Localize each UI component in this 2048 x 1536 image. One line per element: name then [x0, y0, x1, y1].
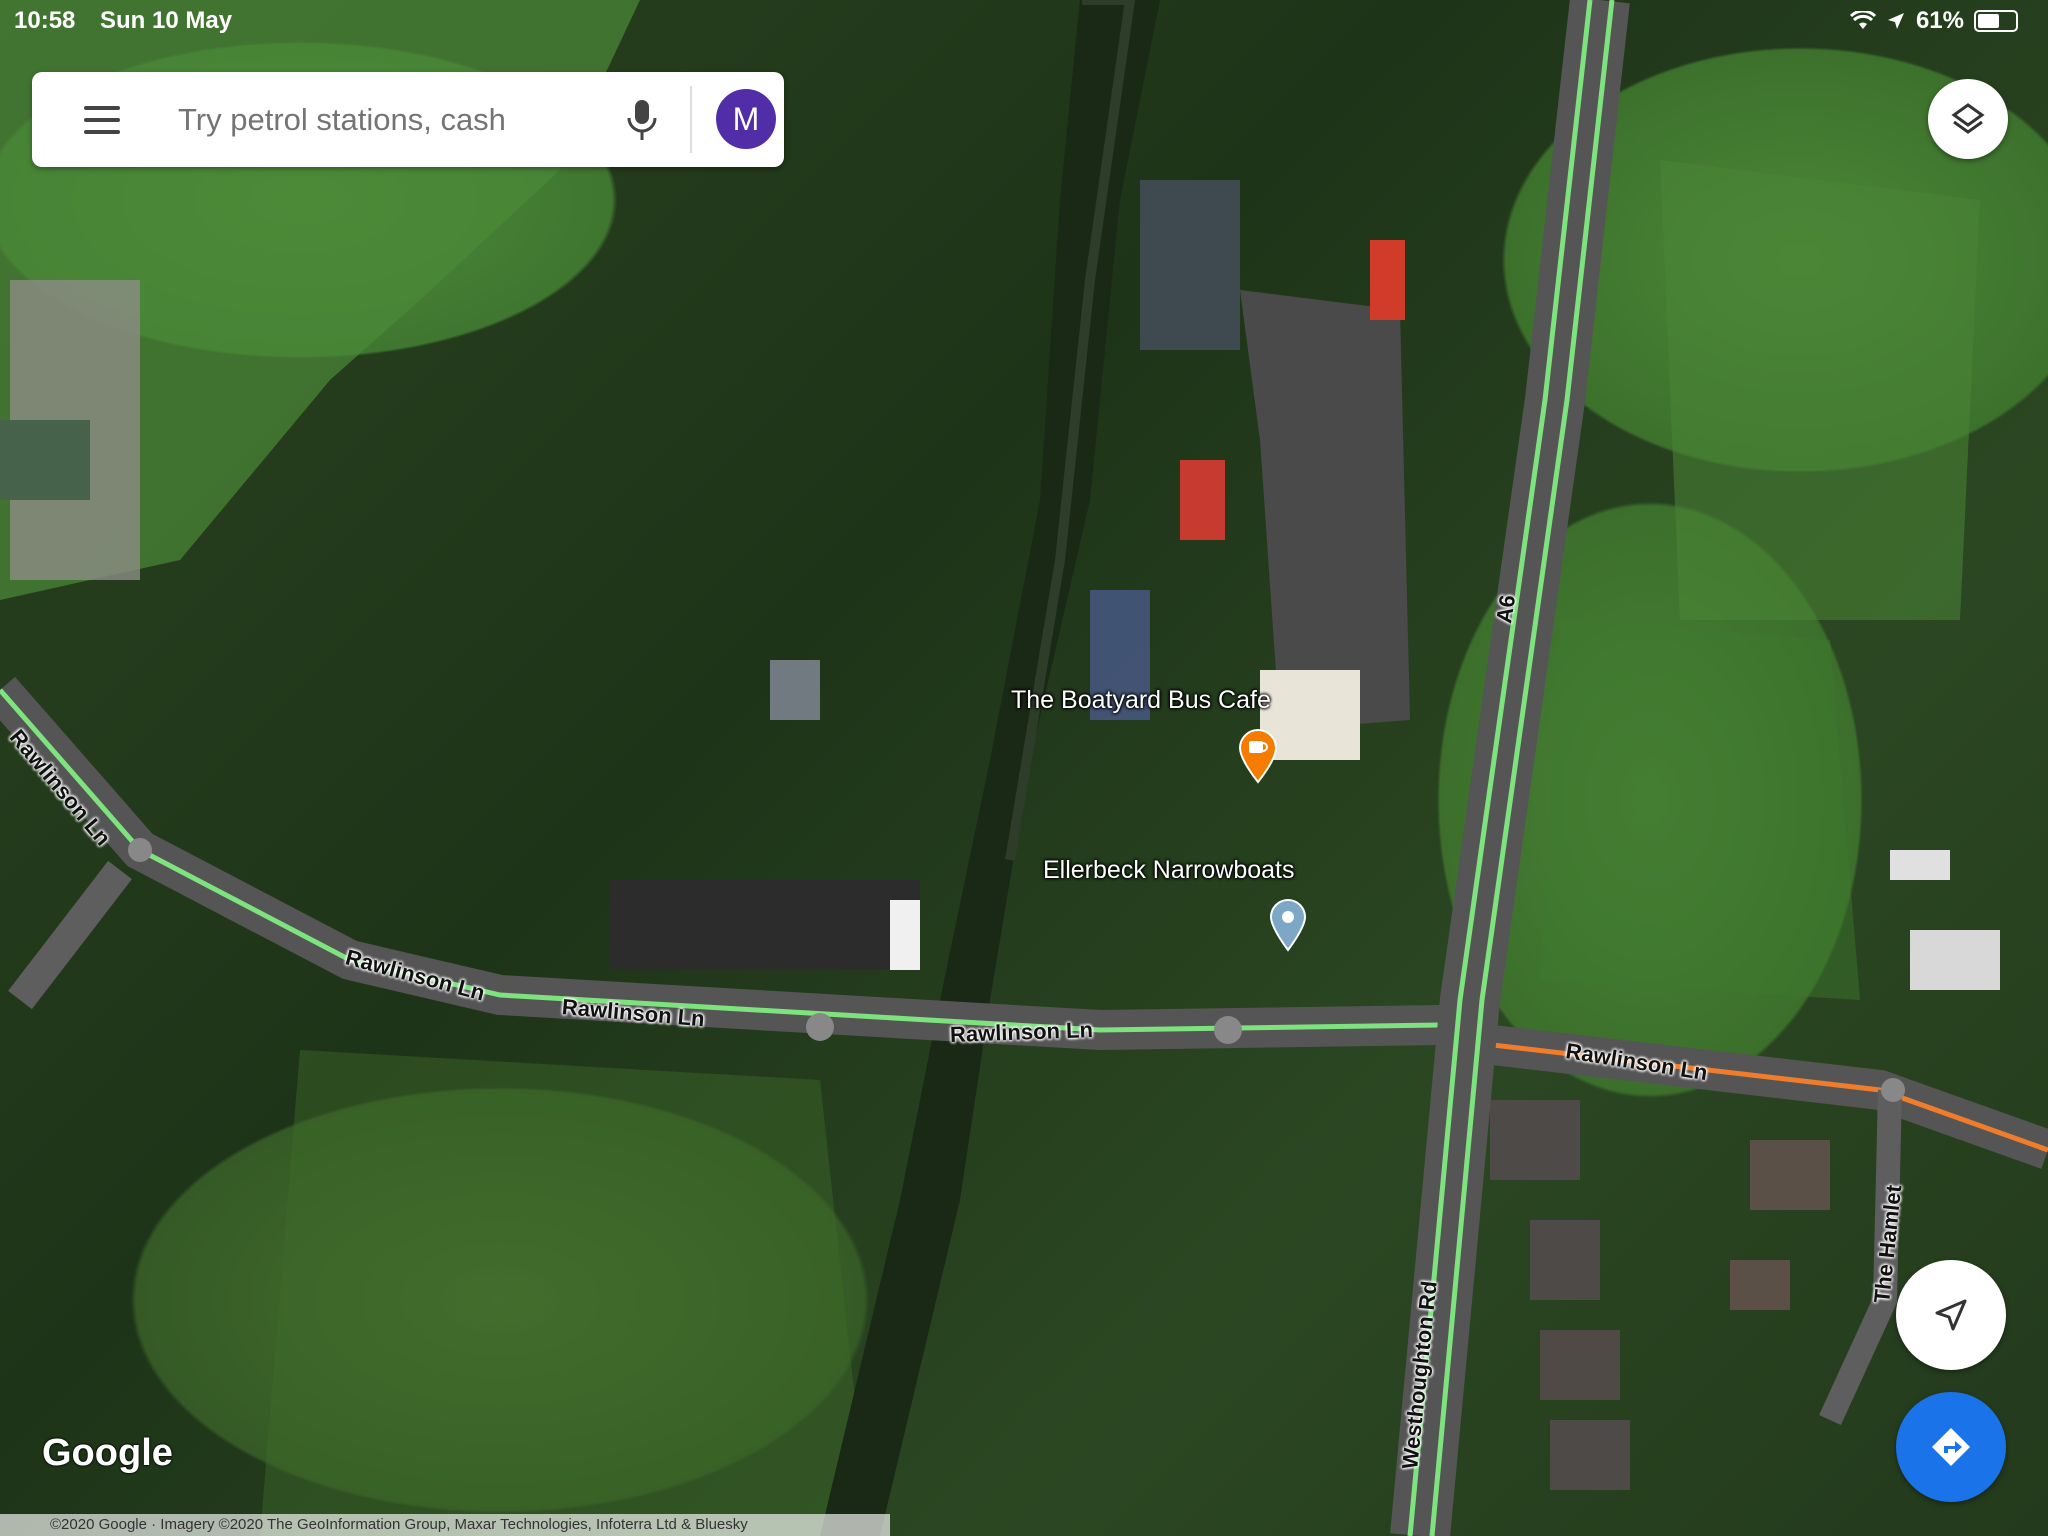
menu-icon[interactable] [84, 106, 120, 134]
road-label-a6: A6 [1491, 593, 1521, 625]
place-label-narrowboats[interactable]: Ellerbeck Narrowboats [1043, 856, 1295, 885]
status-bar: 10:58 Sun 10 May 61% [0, 0, 2048, 42]
google-logo: Google [42, 1432, 173, 1474]
map-attribution[interactable]: ©2020 Google · Imagery ©2020 The GeoInfo… [0, 1514, 890, 1536]
search-bar[interactable]: M [32, 72, 784, 167]
satellite-map[interactable] [0, 0, 2048, 1536]
location-arrow-icon [1887, 13, 1904, 29]
search-divider [690, 86, 692, 153]
status-indicators: 61% [1849, 7, 2018, 35]
account-avatar[interactable]: M [716, 89, 776, 149]
status-time: 10:58 [14, 7, 76, 34]
place-label-cafe[interactable]: The Boatyard Bus Cafe [1011, 686, 1271, 715]
location-pin-icon[interactable] [1268, 898, 1308, 952]
search-input[interactable] [176, 94, 560, 146]
cafe-pin-icon[interactable] [1236, 728, 1280, 784]
navigation-arrow-icon [1935, 1299, 1967, 1331]
microphone-icon[interactable] [622, 96, 662, 144]
status-date: Sun 10 May [100, 7, 233, 34]
layers-button[interactable] [1928, 79, 2008, 159]
layers-icon [1951, 103, 1985, 134]
directions-icon [1932, 1428, 1970, 1466]
directions-button[interactable] [1896, 1392, 2006, 1502]
battery-icon [1974, 10, 2018, 32]
road-label-rawlinson: Rawlinson Ln [949, 1017, 1094, 1047]
locate-button[interactable] [1896, 1260, 2006, 1370]
battery-percent: 61% [1915, 7, 1964, 34]
wifi-icon [1849, 11, 1876, 29]
map-features [0, 0, 2048, 1536]
battery-fill [1978, 14, 1999, 28]
